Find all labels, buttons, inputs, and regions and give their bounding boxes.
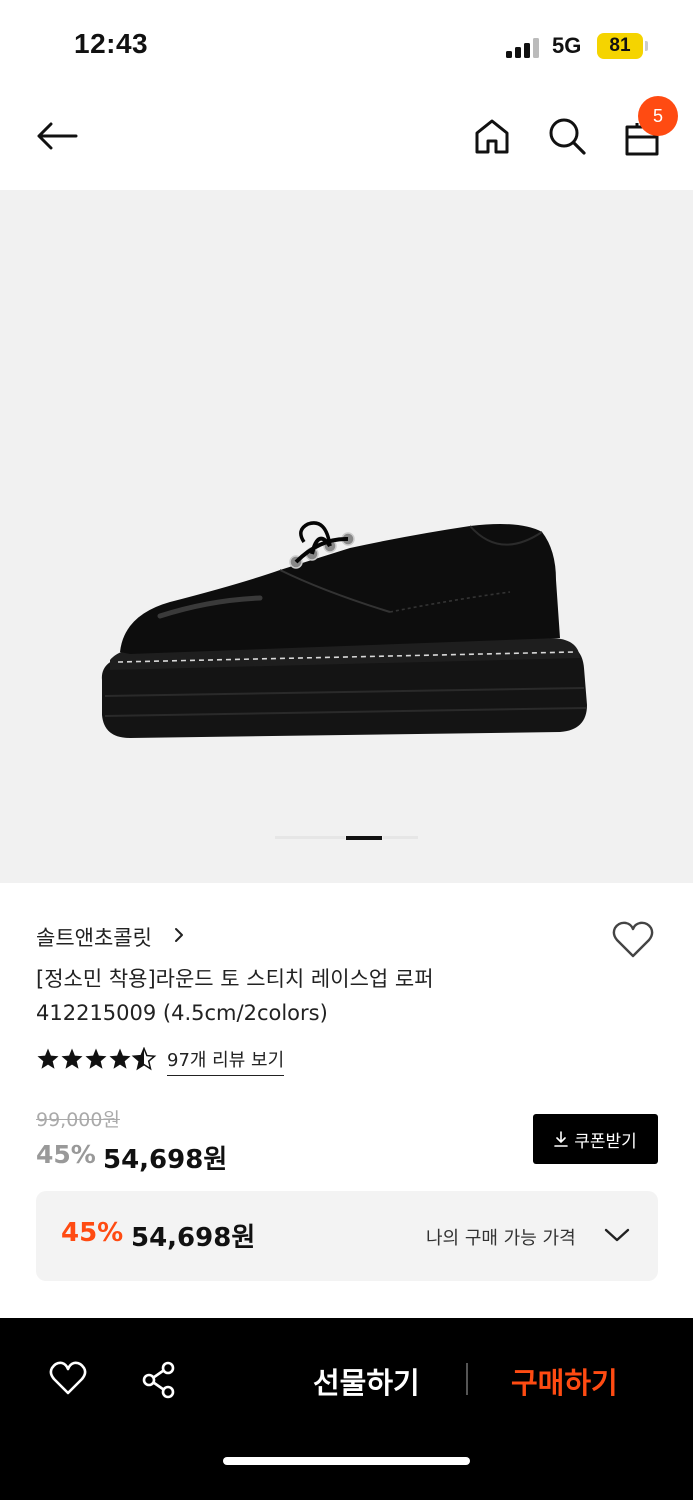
download-icon	[554, 1131, 569, 1147]
star-icon	[61, 1048, 83, 1069]
buy-button[interactable]: 구매하기	[511, 1360, 618, 1402]
cart-count-badge: 5	[638, 96, 678, 136]
heart-icon[interactable]	[48, 1361, 88, 1397]
gift-button[interactable]: 선물하기	[313, 1360, 420, 1402]
bottom-action-bar: 선물하기 구매하기	[0, 1318, 693, 1500]
half-star-icon	[132, 1047, 156, 1070]
battery-nub	[645, 41, 648, 51]
rating-stars	[37, 1047, 156, 1070]
product-title-line2: 412215009 (4.5cm/2colors)	[36, 1001, 328, 1025]
my-price-value: 54,698원	[131, 1223, 256, 1253]
indicator-dot	[275, 836, 345, 839]
coupon-download-button[interactable]: 쿠폰받기	[533, 1114, 658, 1164]
coupon-button-label: 쿠폰받기	[574, 1131, 637, 1152]
product-shoe-image	[101, 521, 587, 738]
status-bar: 12:43 5G 81	[0, 0, 693, 90]
discount-rate: 45%	[36, 1140, 96, 1169]
my-price-label: 나의 구매 가능 가격	[426, 1228, 576, 1249]
search-icon[interactable]	[547, 116, 587, 156]
my-price-discount: 45%	[61, 1218, 124, 1248]
star-icon	[37, 1048, 59, 1069]
gallery-page-indicator	[275, 836, 418, 840]
button-divider	[466, 1363, 468, 1395]
sale-price: 54,698원	[103, 1145, 228, 1175]
product-title-line1: [정소민 착용]라운드 토 스티치 레이스업 로퍼	[36, 967, 434, 991]
signal-icon	[506, 38, 540, 58]
my-price-dropdown[interactable]: 45% 54,698원 나의 구매 가능 가격	[36, 1191, 658, 1281]
network-type: 5G	[552, 33, 582, 58]
review-link[interactable]: 97개 리뷰 보기	[167, 1046, 285, 1076]
status-time: 12:43	[74, 28, 149, 59]
indicator-dot	[383, 836, 418, 839]
chevron-down-icon	[604, 1228, 630, 1242]
heart-icon[interactable]	[611, 920, 655, 960]
star-icon	[85, 1048, 107, 1069]
top-nav	[0, 90, 693, 190]
arrow-left-icon[interactable]	[34, 120, 80, 152]
home-indicator	[223, 1457, 470, 1465]
brand-name[interactable]: 솔트앤초콜릿	[36, 922, 152, 952]
original-price: 99,000원	[36, 1109, 120, 1131]
star-icon	[109, 1048, 131, 1069]
product-image-gallery[interactable]	[0, 190, 693, 883]
home-icon[interactable]	[473, 117, 511, 155]
share-icon[interactable]	[141, 1361, 177, 1399]
indicator-dot-active	[346, 836, 382, 840]
product-title: [정소민 착용]라운드 토 스티치 레이스업 로퍼 412215009 (4.5…	[36, 962, 596, 1030]
battery-icon: 81	[597, 33, 643, 59]
chevron-right-icon[interactable]	[173, 926, 185, 944]
